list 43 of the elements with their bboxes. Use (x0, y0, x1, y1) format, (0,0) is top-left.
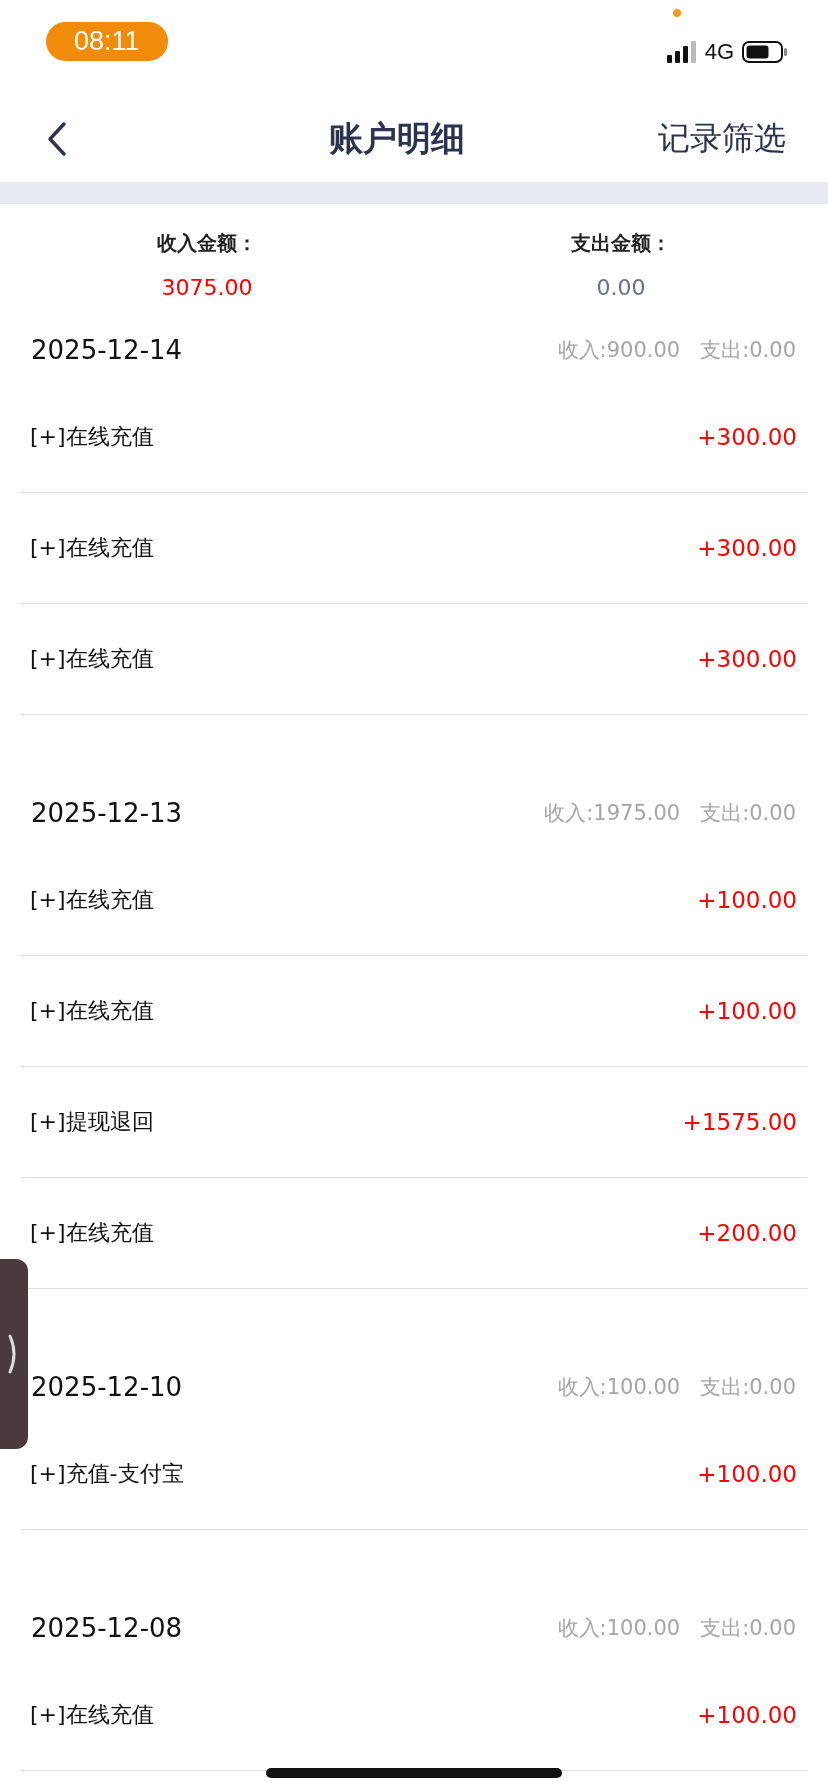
date-heading: 2025-12-10 (31, 1372, 184, 1402)
income-total: 收入:1975.00 (544, 800, 681, 827)
transaction-amount: +100.00 (697, 887, 797, 913)
expense-total: 支出:0.00 (700, 1374, 796, 1401)
transaction-name: [+]在线充值 (30, 886, 154, 914)
income-total: 收入:900.00 (557, 337, 681, 364)
transaction-name: [+]在线充值 (30, 423, 154, 451)
income-total: 收入:100.00 (557, 1615, 681, 1642)
transaction-name: [+]在线充值 (30, 534, 154, 562)
transaction-name: [+]在线充值 (30, 1701, 154, 1729)
summary-label: 支出金额： (571, 230, 671, 257)
page-title: 账户明细 (329, 117, 465, 160)
expense-total: 支出:0.00 (700, 800, 796, 827)
summary-label: 收入金额： (157, 230, 257, 257)
summary-amount: 3075.00 (161, 275, 253, 300)
transaction-name: [+]在线充值 (30, 997, 154, 1025)
privacy-dot-icon (672, 9, 681, 17)
network-label: 4G (704, 39, 734, 65)
transaction-name: [+]在线充值 (30, 645, 154, 673)
transaction-amount: +100.00 (697, 998, 797, 1024)
date-heading: 2025-12-13 (31, 798, 184, 828)
signal-icon (666, 41, 697, 63)
expense-total: 支出:0.00 (700, 1615, 796, 1642)
transaction-amount: +100.00 (697, 1461, 797, 1487)
transaction-amount: +300.00 (697, 424, 797, 450)
transaction-name: [+]在线充值 (30, 1219, 154, 1247)
income-total: 收入:100.00 (557, 1374, 681, 1401)
back-icon (46, 121, 68, 157)
transaction-name: [+]充值-支付宝 (30, 1460, 184, 1488)
date-heading: 2025-12-08 (31, 1613, 184, 1643)
filter-button[interactable]: 记录筛选 (658, 117, 786, 161)
date-heading: 2025-12-14 (31, 335, 184, 365)
transaction-amount: +1575.00 (682, 1109, 797, 1135)
transaction-amount: +300.00 (697, 646, 797, 672)
side-panel-handle[interactable] (0, 1259, 28, 1449)
status-time: 08:11 (46, 21, 168, 61)
transaction-name: [+]提现退回 (30, 1108, 154, 1136)
transaction-amount: +100.00 (697, 1702, 797, 1728)
expense-total: 支出:0.00 (700, 337, 796, 364)
transaction-amount: +300.00 (697, 535, 797, 561)
battery-icon (742, 41, 788, 63)
summary-amount: 0.00 (596, 275, 646, 300)
transaction-amount: +200.00 (697, 1220, 797, 1246)
